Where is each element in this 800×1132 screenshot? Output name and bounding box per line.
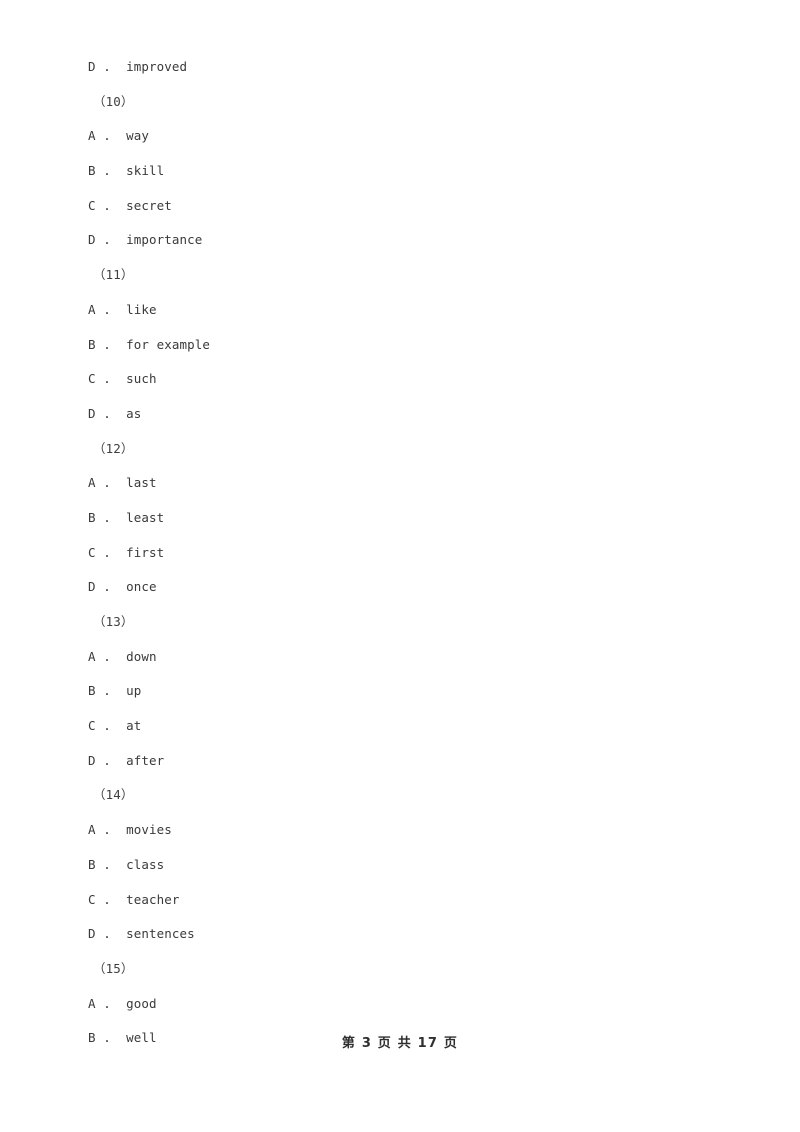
question-number: （15） (93, 960, 134, 976)
question-number: （14） (93, 787, 134, 803)
answer-option: A . like (88, 301, 157, 317)
answer-option: A . way (88, 128, 150, 144)
answer-option: D . improved (88, 59, 188, 74)
question-list: D . improved （10） A . way B . skill C . secr… (88, 50, 708, 1056)
question-number: （10） (93, 93, 134, 109)
question-number: （13） (93, 614, 134, 629)
answer-option: A . last (88, 475, 157, 491)
answer-option: A . movies (88, 822, 172, 838)
answer-option: C . teacher (88, 891, 180, 907)
answer-option: D . as (88, 405, 142, 421)
answer-option: D . importance (88, 232, 203, 248)
answer-option: C . first (88, 544, 165, 560)
answer-option: D . once (88, 579, 157, 595)
question-number: （12） (93, 440, 134, 456)
answer-option: B . up (88, 683, 142, 699)
document-page: D . improved （10） A . way B . skill C . secr… (0, 0, 800, 1132)
answer-option: D . after (88, 752, 165, 768)
answer-option: D . sentences (88, 926, 195, 942)
answer-option: C . at (88, 718, 142, 734)
answer-option: B . skill (88, 163, 165, 179)
answer-option: C . such (88, 371, 157, 387)
answer-option: B . least (88, 509, 165, 525)
answer-option: A . down (88, 648, 157, 664)
answer-option: C . secret (88, 197, 172, 213)
answer-option: B . class (88, 856, 165, 872)
question-number: （11） (93, 267, 134, 283)
answer-option: B . for example (88, 336, 211, 352)
answer-option: A . good (88, 995, 157, 1011)
page-footer: 第 3 页 共 17 页 (341, 1036, 459, 1051)
